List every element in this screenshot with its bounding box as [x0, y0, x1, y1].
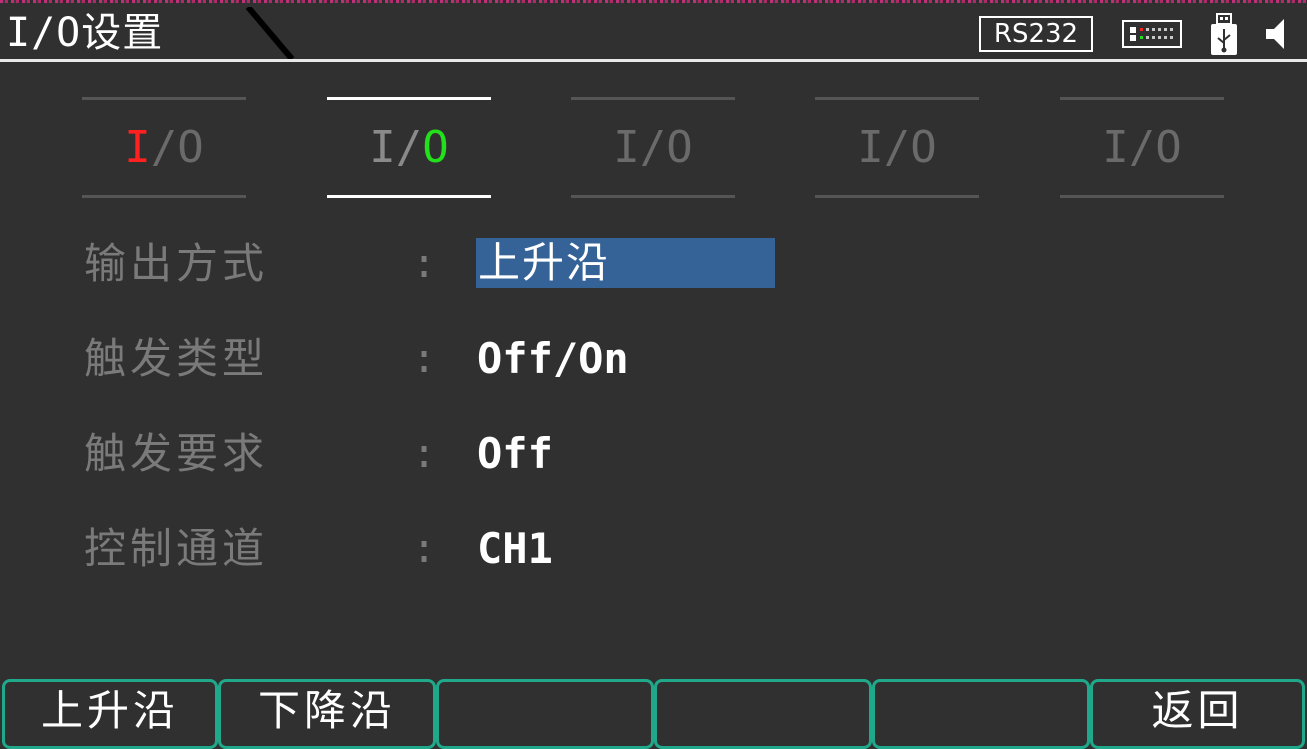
- tab-io-3[interactable]: I/O: [571, 97, 735, 198]
- tab-io-1[interactable]: I/O: [82, 97, 246, 198]
- setting-row-control-channel[interactable]: 控制通道 : CH1: [0, 521, 1307, 581]
- setting-label: 控制通道: [84, 524, 269, 573]
- interface-badge: RS232: [979, 16, 1093, 52]
- setting-label: 触发类型: [84, 334, 269, 383]
- network-icon: [1122, 20, 1182, 48]
- setting-value[interactable]: Off/On: [477, 331, 629, 387]
- header-divider: [0, 59, 1307, 62]
- softkey-rising-edge-button[interactable]: 上升沿: [2, 679, 218, 749]
- tab-io-2[interactable]: I/O: [327, 97, 491, 198]
- setting-value-selected[interactable]: 上升沿: [476, 238, 775, 288]
- setting-label: 输出方式: [84, 239, 269, 288]
- softkey-bar: 上升沿 下降沿 返回: [0, 679, 1307, 749]
- softkey-5-button[interactable]: [872, 679, 1090, 749]
- setting-colon: :: [412, 526, 437, 572]
- setting-colon: :: [412, 241, 437, 287]
- tab-io-4[interactable]: I/O: [815, 97, 979, 198]
- header-bar: I/O设置 RS232: [0, 3, 1307, 61]
- usb-icon: [1211, 13, 1237, 55]
- tab-io-5-label: I/O: [1102, 122, 1182, 173]
- setting-value[interactable]: CH1: [477, 521, 553, 577]
- tab-io-5[interactable]: I/O: [1060, 97, 1224, 198]
- softkey-3-button[interactable]: [436, 679, 654, 749]
- setting-colon: :: [412, 336, 437, 382]
- softkey-back-button[interactable]: 返回: [1090, 679, 1305, 749]
- setting-row-output-mode[interactable]: 输出方式 : 上升沿: [0, 236, 1307, 296]
- speaker-icon: [1266, 19, 1284, 49]
- softkey-falling-edge-button[interactable]: 下降沿: [218, 679, 436, 749]
- setting-row-trigger-requirement[interactable]: 触发要求 : Off: [0, 426, 1307, 486]
- setting-colon: :: [412, 431, 437, 477]
- tab-io-3-label: I/O: [613, 122, 693, 173]
- setting-label: 触发要求: [84, 429, 269, 478]
- tab-io-2-label: I/O: [369, 122, 449, 173]
- tab-io-4-label: I/O: [857, 122, 937, 173]
- title-divider-slash: [245, 7, 295, 61]
- tab-io-1-label: I/O: [124, 122, 204, 173]
- setting-row-trigger-type[interactable]: 触发类型 : Off/On: [0, 331, 1307, 391]
- softkey-4-button[interactable]: [654, 679, 872, 749]
- setting-value[interactable]: Off: [477, 426, 553, 482]
- page-title: I/O设置: [6, 10, 164, 56]
